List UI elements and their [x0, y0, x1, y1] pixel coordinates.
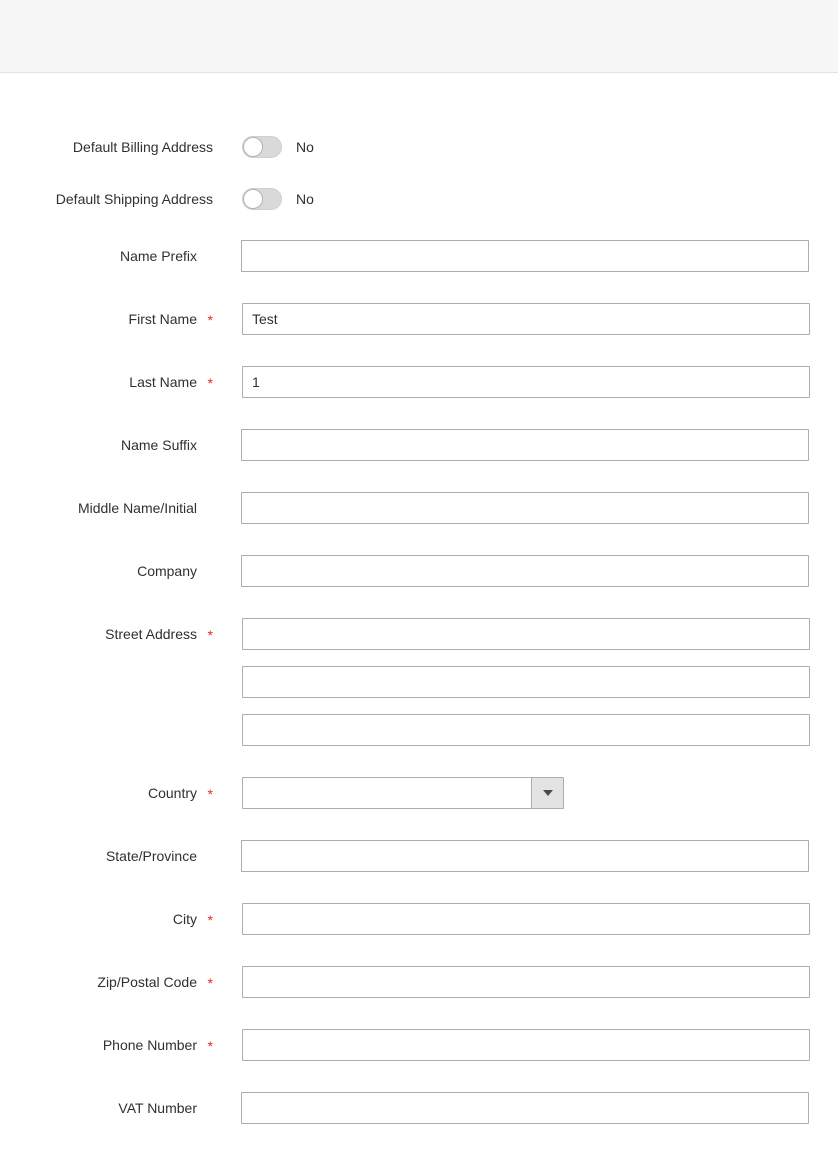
label-text: Zip/Postal Code [97, 974, 197, 990]
required-asterisk: * [207, 786, 213, 803]
field-row-name-prefix: Name Prefix [0, 240, 838, 272]
select-country-value [243, 778, 563, 808]
field-row-country: Country * [0, 777, 838, 809]
label-street-address: Street Address * [0, 618, 213, 650]
toggle-line-default-shipping-address: No [242, 188, 838, 210]
label-state-province: State/Province [0, 840, 213, 872]
toggle-line-default-billing-address: No [242, 136, 838, 158]
label-zip-postal-code: Zip/Postal Code * [0, 966, 213, 998]
label-country: Country * [0, 777, 213, 809]
address-form-page: Default Billing Address No Default Shipp… [0, 0, 838, 1160]
field-row-vat-number: VAT Number [0, 1092, 838, 1124]
field-row-first-name: First Name * [0, 303, 838, 335]
label-middle-name-initial: Middle Name/Initial [0, 492, 213, 524]
input-vat-number[interactable] [241, 1092, 809, 1124]
label-last-name: Last Name * [0, 366, 213, 398]
chevron-down-icon[interactable] [531, 778, 563, 808]
toggle-default-shipping-address[interactable] [242, 188, 282, 210]
field-row-street-address: Street Address * [0, 618, 838, 746]
input-street-address-line-1[interactable] [242, 618, 810, 650]
required-asterisk: * [207, 975, 213, 992]
input-name-suffix[interactable] [241, 429, 809, 461]
label-text: Name Suffix [121, 437, 197, 453]
field-row-company: Company [0, 555, 838, 587]
field-row-state-province: State/Province [0, 840, 838, 872]
required-asterisk: * [207, 912, 213, 929]
field-row-middle-name-initial: Middle Name/Initial [0, 492, 838, 524]
required-asterisk: * [207, 375, 213, 392]
label-text: State/Province [105, 848, 197, 864]
label-name-suffix: Name Suffix [0, 429, 213, 461]
page-header [0, 0, 838, 73]
label-text: Street Address [105, 626, 197, 642]
select-country[interactable] [242, 777, 564, 809]
label-vat-number: VAT Number [0, 1092, 213, 1124]
label-text: Company [137, 563, 197, 579]
input-city[interactable] [242, 903, 810, 935]
label-text: City [172, 911, 197, 927]
field-row-city: City * [0, 903, 838, 935]
page-header-title [0, 0, 838, 72]
toggle-knob-icon [243, 137, 263, 157]
label-phone-number: Phone Number * [0, 1029, 213, 1061]
required-asterisk: * [207, 627, 213, 644]
label-first-name: First Name * [0, 303, 213, 335]
label-text: Phone Number [102, 1037, 197, 1053]
required-asterisk: * [207, 1038, 213, 1055]
input-first-name[interactable] [242, 303, 810, 335]
input-last-name[interactable] [242, 366, 810, 398]
input-company[interactable] [241, 555, 809, 587]
input-middle-name-initial[interactable] [241, 492, 809, 524]
field-row-default-billing-address: Default Billing Address No [0, 136, 838, 158]
input-street-address-line-2[interactable] [242, 666, 810, 698]
toggle-value-default-billing-address: No [296, 139, 314, 155]
input-phone-number[interactable] [242, 1029, 810, 1061]
input-name-prefix[interactable] [241, 240, 809, 272]
label-name-prefix: Name Prefix [0, 240, 213, 272]
label-text: First Name [128, 311, 197, 327]
field-row-last-name: Last Name * [0, 366, 838, 398]
label-text: Last Name [129, 374, 197, 390]
required-asterisk: * [207, 312, 213, 329]
label-default-shipping-address: Default Shipping Address [55, 191, 213, 207]
toggle-knob-icon [243, 189, 263, 209]
field-row-zip-postal-code: Zip/Postal Code * [0, 966, 838, 998]
field-row-name-suffix: Name Suffix [0, 429, 838, 461]
address-edit-form: Default Billing Address No Default Shipp… [0, 74, 838, 1155]
label-company: Company [0, 555, 213, 587]
input-state-province[interactable] [241, 840, 809, 872]
input-zip-postal-code[interactable] [242, 966, 810, 998]
caret-shape [542, 790, 553, 796]
field-row-default-shipping-address: Default Shipping Address No [0, 188, 838, 210]
field-row-phone-number: Phone Number * [0, 1029, 838, 1061]
label-text: Middle Name/Initial [77, 500, 197, 516]
label-text: VAT Number [118, 1100, 197, 1116]
toggle-default-billing-address[interactable] [242, 136, 282, 158]
label-city: City * [0, 903, 213, 935]
label-text: Country [147, 785, 197, 801]
label-default-billing-address: Default Billing Address [72, 139, 213, 155]
label-text: Name Prefix [119, 248, 197, 264]
toggle-value-default-shipping-address: No [296, 191, 314, 207]
input-street-address-line-3[interactable] [242, 714, 810, 746]
